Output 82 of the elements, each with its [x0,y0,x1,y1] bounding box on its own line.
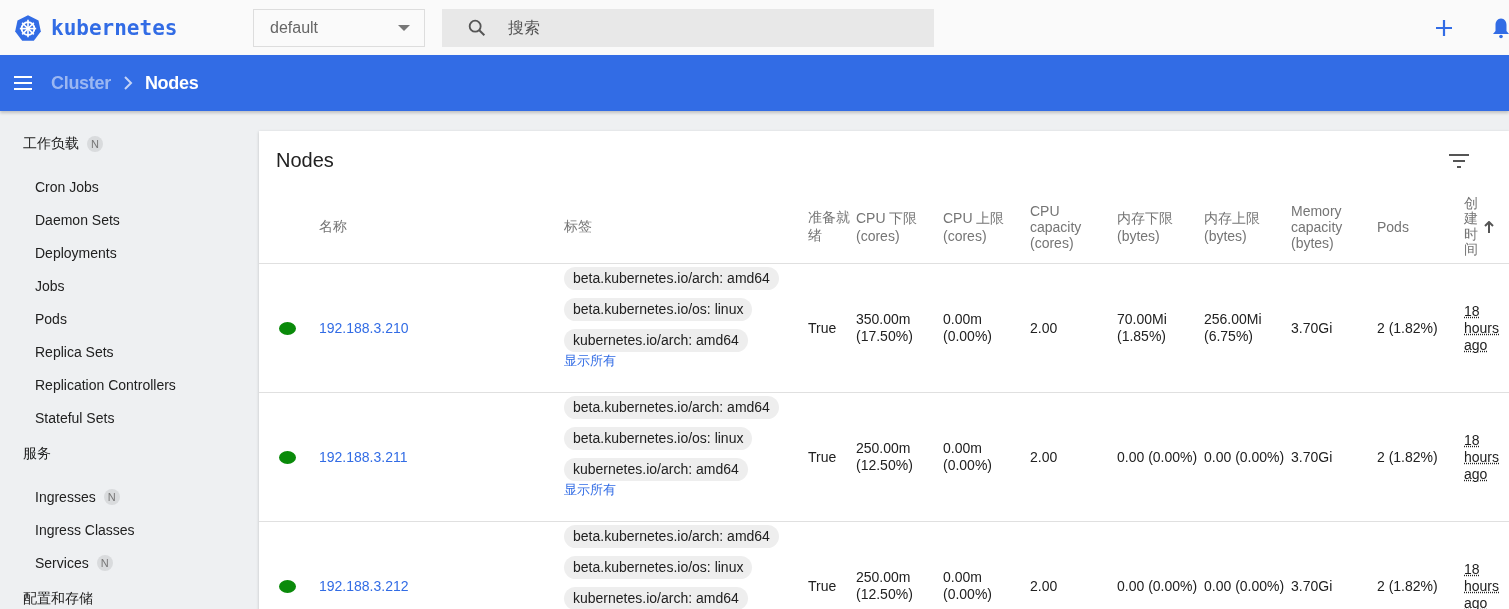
section-title: 配置和存储 [23,590,93,608]
label-chip: beta.kubernetes.io/os: linux [564,556,753,579]
column-header[interactable]: 准备就绪 [808,208,856,245]
table-cell-text: True [808,319,838,337]
node-link[interactable]: 192.188.3.210 [319,319,564,337]
label-chip: beta.kubernetes.io/arch: amd64 [564,396,779,419]
new-badge: N [96,554,113,571]
kubernetes-wheel-icon [14,12,42,43]
plus-icon[interactable] [1435,18,1453,37]
label-chip: beta.kubernetes.io/arch: amd64 [564,267,779,290]
node-link[interactable]: 192.188.3.211 [319,448,564,466]
filter-icon[interactable] [1449,153,1469,168]
menu-icon[interactable] [13,73,33,93]
dropdown-caret-icon [398,24,410,31]
logo-text: kubernetes [51,15,178,40]
new-badge: N [103,488,120,505]
show-all-link[interactable]: 显示所有 [564,353,616,369]
table-cell-text: 256.00Mi (6.75%) [1204,311,1263,345]
label-chip: beta.kubernetes.io/os: linux [564,298,753,321]
nav-link[interactable]: Cron Jobs [35,178,99,195]
table-cell-text: 250.00m (12.50%) [856,440,914,474]
table-cell-text: 0.00 (0.00%) [1117,448,1199,466]
new-badge: N [87,136,103,152]
bell-icon[interactable] [1493,16,1509,39]
table-cell-text: 0.00m (0.00%) [943,311,994,345]
nav-link[interactable]: Ingress Classes [35,521,135,538]
nav-link[interactable]: Pods [35,310,67,327]
table-cell-text: 2 (1.82%) [1377,577,1439,595]
table-cell-text: 3.70Gi [1291,577,1334,595]
column-header[interactable]: 内存上限 (bytes) [1204,209,1291,244]
column-header[interactable]: 名称 [319,217,564,236]
table-cell-text: True [808,448,838,466]
search-field[interactable]: 搜索 [442,8,934,47]
table-cell-text: 350.00m (17.50%) [856,311,914,345]
nav-link[interactable]: Deployments [35,244,117,261]
column-header[interactable]: Pods [1377,218,1464,235]
table-cell-text: 0.00 (0.00%) [1204,577,1286,595]
nav-link[interactable]: Daemon Sets [35,211,120,228]
table-cell-text: 3.70Gi [1291,448,1334,466]
table-cell-text: 0.00m (0.00%) [943,440,994,474]
column-header[interactable]: Memory capacity (bytes) [1291,202,1377,251]
node-link[interactable]: 192.188.3.212 [319,577,564,595]
card-title: Nodes [276,149,334,172]
nav-link[interactable]: Replica Sets [35,343,114,360]
namespace-select[interactable]: default [253,8,425,47]
table-cell-text: 2.00 [1030,577,1059,595]
table-cell-text: 70.00Mi (1.85%) [1117,311,1168,345]
search-input[interactable]: 搜索 [506,17,934,38]
column-header[interactable]: CPU capacity (cores) [1030,202,1117,251]
section-title: 工作负载 [23,135,79,153]
show-all-link[interactable]: 显示所有 [564,482,616,498]
table-cell-text: 0.00 (0.00%) [1117,577,1199,595]
nav-link[interactable]: Ingresses [35,488,96,505]
nav-link[interactable]: Stateful Sets [35,409,115,426]
table-cell-text: 2.00 [1030,319,1059,337]
column-header[interactable]: CPU 下限 (cores) [856,209,943,244]
label-chip: kubernetes.io/arch: amd64 [564,587,748,609]
column-header[interactable]: 标签 [564,217,808,236]
section-title: 服务 [23,445,51,463]
label-chip: kubernetes.io/arch: amd64 [564,458,748,481]
table-cell-text: 250.00m (12.50%) [856,569,914,603]
label-chip: kubernetes.io/arch: amd64 [564,329,748,352]
table-cell-text: 0.00 (0.00%) [1204,448,1286,466]
table-cell-text: 2 (1.82%) [1377,448,1439,466]
table-cell-text: 0.00m (0.00%) [943,569,994,603]
age-text: 18 hours ago [1464,302,1500,354]
table-cell-text: True [808,577,838,595]
table-cell-text: 3.70Gi [1291,319,1334,337]
label-chip: beta.kubernetes.io/arch: amd64 [564,525,779,548]
sort-arrow-up-icon[interactable] [1484,220,1494,233]
label-chip: beta.kubernetes.io/os: linux [564,427,753,450]
age-text: 18 hours ago [1464,431,1500,483]
breadcrumb-current: Nodes [144,72,199,94]
table-cell-text: 2.00 [1030,448,1059,466]
column-header[interactable]: 创建时间 [1464,195,1478,258]
column-header[interactable]: CPU 上限 (cores) [943,209,1030,244]
nav-link[interactable]: Services [35,554,89,571]
column-header[interactable]: 内存下限 (bytes) [1117,209,1204,244]
nav-link[interactable]: Jobs [35,277,65,294]
table-cell-text: 2 (1.82%) [1377,319,1439,337]
chevron-right-icon [122,76,133,90]
nav-link[interactable]: Replication Controllers [35,376,176,393]
